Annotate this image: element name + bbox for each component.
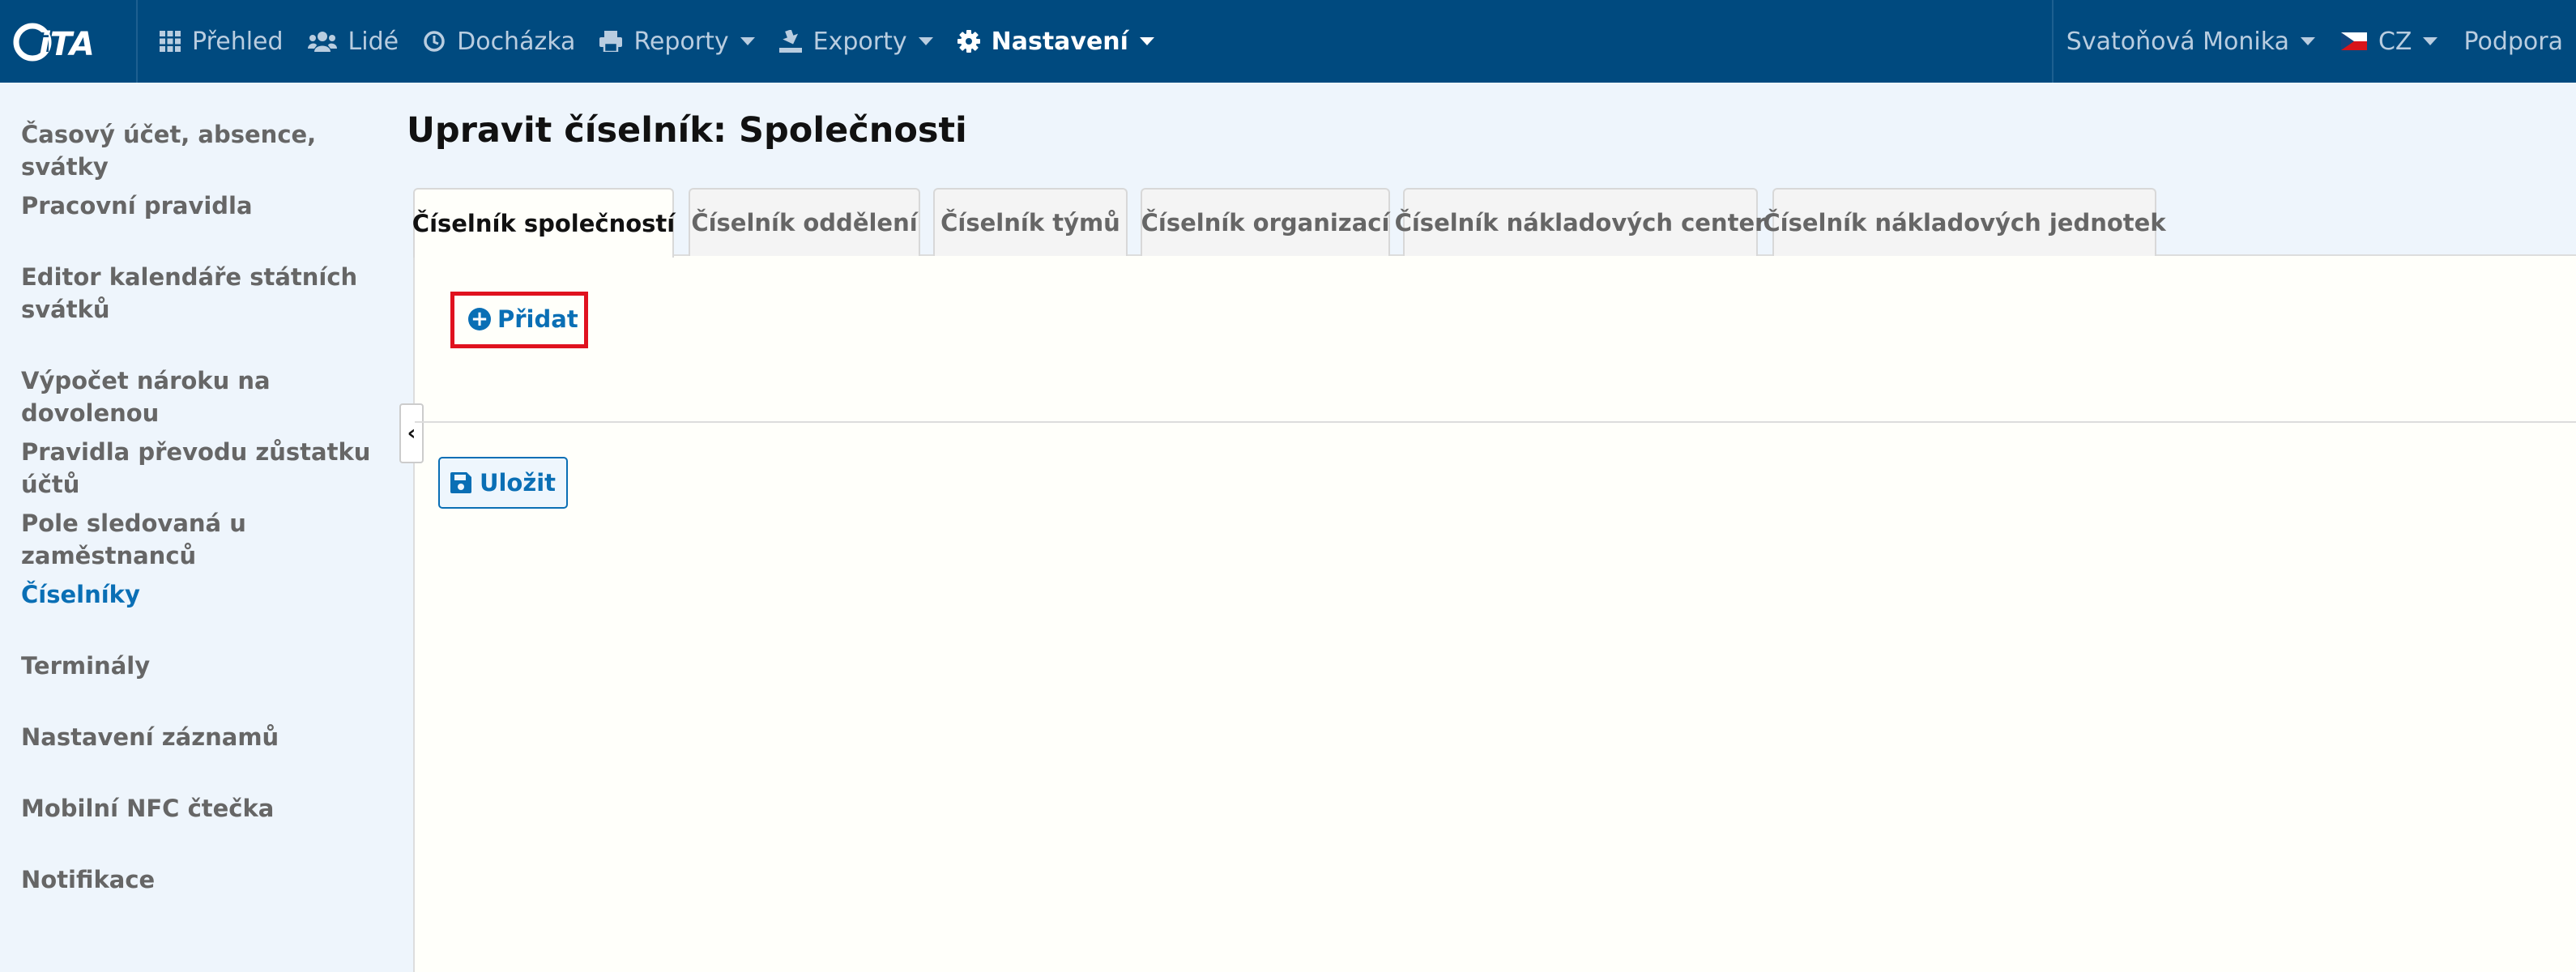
- sidebar-item-mobilni-nfc[interactable]: Mobilní NFC čtečka: [21, 792, 386, 825]
- chevron-left-icon: ‹: [407, 421, 416, 446]
- add-button[interactable]: + Přidat: [468, 301, 578, 337]
- nav-reporty[interactable]: Reporty: [587, 0, 766, 83]
- sidebar-item-nastaveni-zaznamu[interactable]: Nastavení záznamů: [21, 721, 386, 753]
- nav-reporty-label: Reporty: [633, 27, 729, 56]
- sidebar-item-casovy-ucet[interactable]: Časový účet, absence, svátky: [21, 118, 386, 183]
- gear-icon: [957, 30, 980, 53]
- save-button[interactable]: Uložit: [438, 457, 568, 509]
- ita-logo[interactable]: iTA: [0, 0, 138, 83]
- users-icon: [307, 31, 337, 52]
- chevron-down-icon: [918, 37, 933, 45]
- sidebar-collapse-button[interactable]: ‹: [399, 403, 424, 463]
- sidebar-item-pole-sledovana[interactable]: Pole sledovaná u zaměstnanců: [21, 507, 386, 572]
- nav-prehled[interactable]: Přehled: [147, 0, 296, 83]
- nav-exporty-label: Exporty: [812, 27, 907, 56]
- settings-sidebar: Časový účet, absence, svátky Pracovní pr…: [0, 83, 389, 972]
- nav-lide[interactable]: Lidé: [296, 0, 412, 83]
- support-link[interactable]: Podpora: [2450, 0, 2576, 83]
- svg-text:iTA: iTA: [39, 26, 95, 62]
- nav-right: Svatoňová Monika CZ Podpora: [2051, 0, 2576, 83]
- sidebar-item-pracovni-pravidla[interactable]: Pracovní pravidla: [21, 190, 386, 222]
- sidebar-item-pravidla-prevodu[interactable]: Pravidla převodu zůstatku účtů: [21, 436, 386, 501]
- add-button-label: Přidat: [497, 305, 578, 333]
- user-menu[interactable]: Svatoňová Monika: [2054, 0, 2328, 83]
- czech-flag-icon: [2340, 32, 2367, 50]
- nav-dochazka[interactable]: Docházka: [411, 0, 587, 83]
- tab-ciselnik-organizaci[interactable]: Číselník organizací: [1141, 188, 1390, 256]
- floppy-disk-icon: [450, 472, 471, 493]
- tab-ciselnik-nakladovych-center[interactable]: Číselník nákladových center: [1395, 188, 1766, 256]
- tab-ciselnik-oddeleni[interactable]: Číselník oddělení: [689, 188, 920, 256]
- export-icon: [778, 30, 802, 53]
- nav-nastaveni-label: Nastavení: [991, 27, 1128, 56]
- tab-ciselnik-tymu[interactable]: Číselník týmů: [933, 188, 1128, 256]
- top-navbar: iTA Přehled Lidé Docházka Reporty Export…: [0, 0, 2576, 83]
- grid-icon: [160, 31, 181, 52]
- sidebar-item-editor-kalendare[interactable]: Editor kalendáře státních svátků: [21, 261, 361, 326]
- sidebar-item-terminaly[interactable]: Terminály: [21, 650, 386, 682]
- nav-lide-label: Lidé: [348, 27, 399, 56]
- section-divider: [415, 421, 2576, 423]
- tab-ciselnik-spolecnosti[interactable]: Číselník společností: [412, 188, 675, 258]
- plus-circle-icon: +: [468, 308, 491, 330]
- language-menu[interactable]: CZ: [2328, 0, 2451, 83]
- sidebar-item-ciselniky[interactable]: Číselníky: [21, 578, 386, 611]
- sidebar-item-vypocet-naroku[interactable]: Výpočet nároku na dovolenou: [21, 364, 386, 429]
- nav-exporty[interactable]: Exporty: [767, 0, 945, 83]
- page-title: Upravit číselník: Společnosti: [407, 110, 967, 151]
- print-icon: [599, 31, 623, 52]
- chevron-down-icon: [740, 37, 755, 45]
- content-panel: [413, 254, 2576, 972]
- nav-dochazka-label: Docházka: [457, 27, 576, 56]
- nav-prehled-label: Přehled: [192, 27, 284, 56]
- save-button-label: Uložit: [479, 469, 557, 497]
- chevron-down-icon: [2423, 37, 2438, 45]
- support-label: Podpora: [2463, 27, 2563, 56]
- chevron-down-icon: [2300, 37, 2315, 45]
- sidebar-item-notifikace[interactable]: Notifikace: [21, 863, 386, 896]
- tab-ciselnik-nakladovych-jednotek[interactable]: Číselník nákladových jednotek: [1763, 188, 2166, 256]
- clock-icon: [423, 30, 446, 53]
- language-label: CZ: [2378, 27, 2412, 56]
- user-name: Svatoňová Monika: [2066, 27, 2289, 56]
- nav-nastaveni[interactable]: Nastavení: [945, 0, 1166, 83]
- chevron-down-icon: [1139, 37, 1154, 45]
